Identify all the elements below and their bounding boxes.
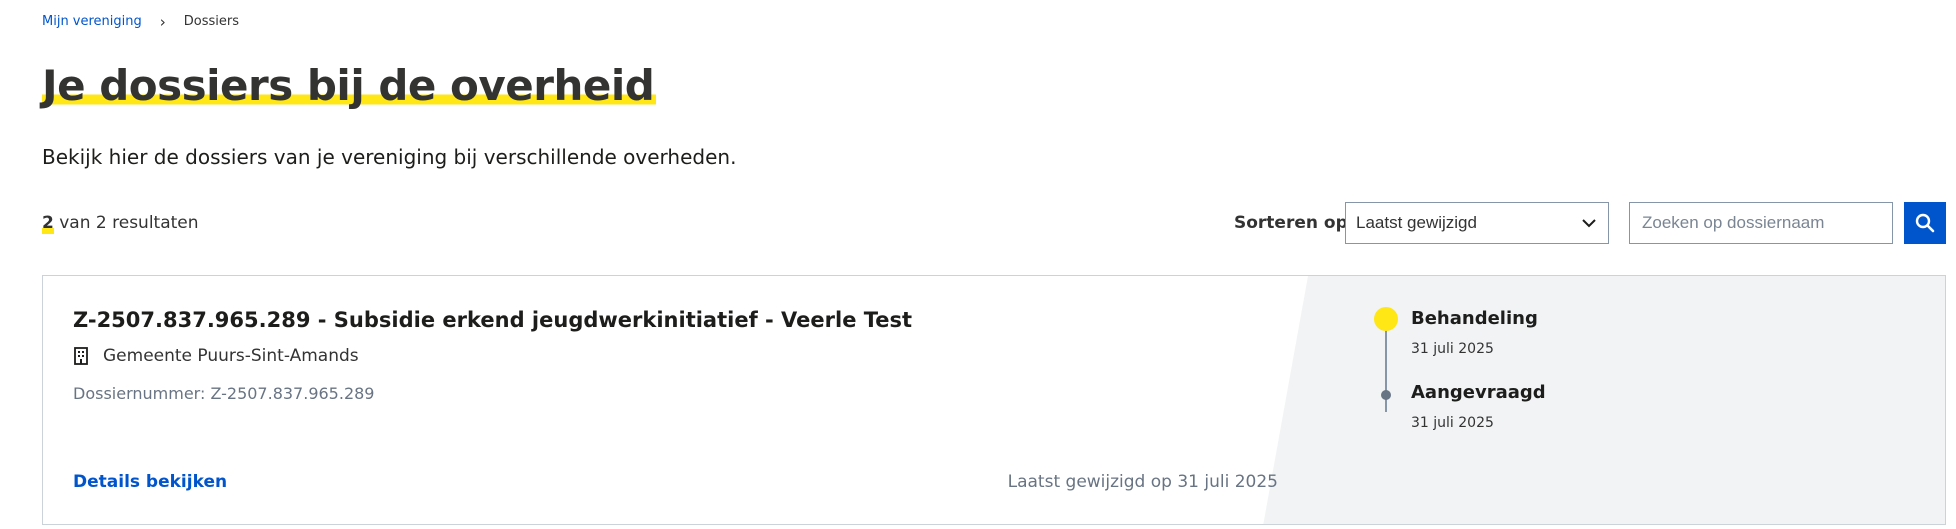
timeline-step-date: 31 juli 2025	[1411, 341, 1494, 357]
dossier-organization-name: Gemeente Puurs-Sint-Amands	[103, 346, 359, 366]
results-count-number: 2	[42, 212, 54, 234]
dossier-title: Z-2507.837.965.289 - Subsidie erkend jeu…	[73, 308, 913, 332]
timeline-step-label: Aangevraagd	[1411, 382, 1546, 403]
dossier-organization: Gemeente Puurs-Sint-Amands	[73, 346, 359, 366]
search-input[interactable]	[1629, 202, 1893, 244]
page-intro: Bekijk hier de dossiers van je verenigin…	[42, 145, 737, 169]
page: Mijn vereniging › Dossiers Je dossiers b…	[0, 0, 1956, 529]
timeline-step-label: Behandeling	[1411, 308, 1538, 329]
sort-label: Sorteren op	[1234, 213, 1348, 233]
search-icon	[1915, 213, 1935, 233]
results-count: 2 van 2 resultaten	[42, 212, 199, 234]
breadcrumb-link-home[interactable]: Mijn vereniging	[42, 14, 142, 30]
results-count-suffix: van 2 resultaten	[53, 213, 199, 233]
dossier-number: Dossiernummer: Z-2507.837.965.289	[73, 384, 375, 403]
chevron-right-icon: ›	[159, 13, 166, 31]
search-button[interactable]	[1904, 202, 1946, 244]
timeline-dot	[1381, 390, 1391, 400]
timeline-step-date: 31 juli 2025	[1411, 415, 1494, 431]
timeline-dot-active	[1374, 307, 1398, 331]
page-title: Je dossiers bij de overheid	[42, 60, 657, 112]
last-modified: Laatst gewijzigd op 31 juli 2025	[1007, 472, 1278, 492]
details-link[interactable]: Details bekijken	[73, 472, 227, 492]
sort-select[interactable]: Laatst gewijzigd	[1345, 202, 1609, 244]
chevron-down-icon	[1582, 219, 1596, 228]
breadcrumb: Mijn vereniging › Dossiers	[42, 14, 239, 30]
title-wrap: Je dossiers bij de overheid	[42, 60, 657, 112]
building-icon	[74, 347, 88, 365]
sort-select-value: Laatst gewijzigd	[1356, 213, 1477, 232]
breadcrumb-current: Dossiers	[183, 14, 240, 29]
dossier-card: Z-2507.837.965.289 - Subsidie erkend jeu…	[42, 275, 1946, 525]
